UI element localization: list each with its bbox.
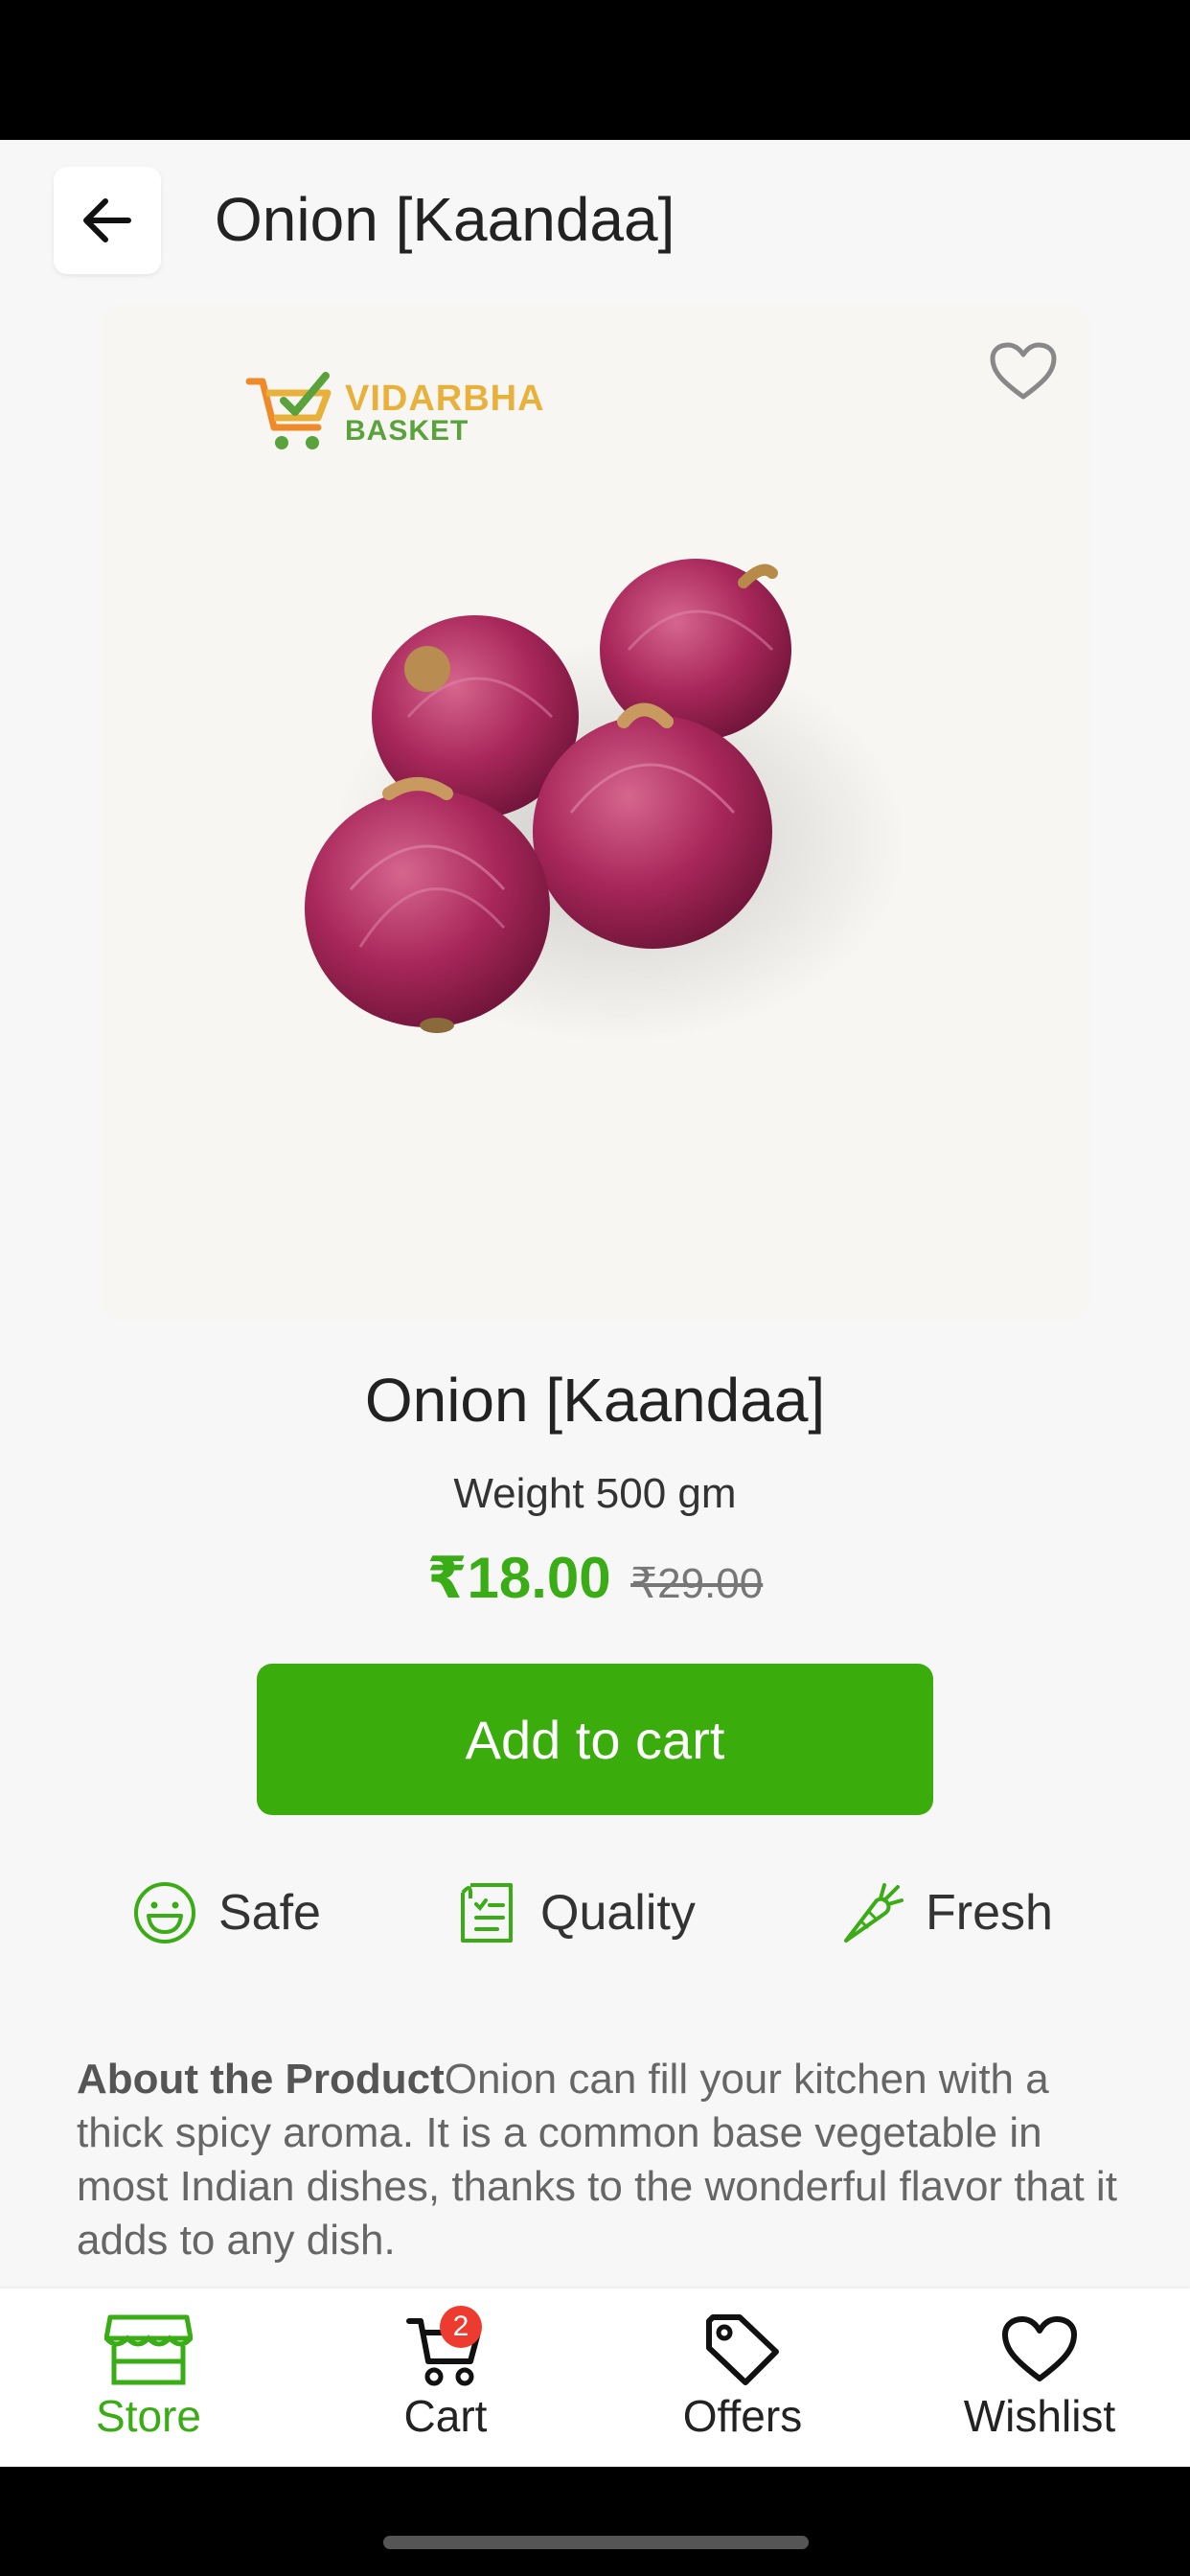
feature-fresh-label: Fresh bbox=[926, 1885, 1053, 1941]
smiley-icon bbox=[134, 1882, 195, 1944]
product-name: Onion [Kaandaa] bbox=[364, 1366, 826, 1435]
product-detail-screen: Onion [Kaandaa] VIDARBHA BASKET Onion [K… bbox=[0, 140, 1190, 2467]
feature-fresh: Fresh bbox=[835, 1865, 1053, 1961]
price-original: ₹29.00 bbox=[630, 1560, 764, 1607]
tag-icon bbox=[706, 2314, 779, 2385]
arrow-left-icon bbox=[83, 198, 131, 242]
feature-quality-label: Quality bbox=[540, 1885, 696, 1941]
cart-count-badge: 2 bbox=[440, 2306, 482, 2348]
logo-text-bottom: BASKET bbox=[345, 415, 469, 447]
feature-quality: Quality bbox=[450, 1865, 696, 1961]
bottom-navigation: Store 2 Cart Offers Wishlist bbox=[0, 2288, 1190, 2467]
home-indicator[interactable] bbox=[383, 2536, 809, 2549]
brand-logo: VIDARBHA BASKET bbox=[245, 372, 545, 454]
heart-icon bbox=[1002, 2316, 1077, 2381]
nav-store-label: Store bbox=[96, 2391, 201, 2441]
feature-safe: Safe bbox=[128, 1865, 321, 1961]
store-icon bbox=[104, 2314, 193, 2385]
nav-cart[interactable]: 2 Cart bbox=[297, 2288, 594, 2467]
carrot-icon bbox=[844, 1883, 904, 1943]
nav-offers-label: Offers bbox=[682, 2391, 803, 2441]
nav-wishlist[interactable]: Wishlist bbox=[891, 2288, 1188, 2467]
checklist-icon bbox=[461, 1883, 513, 1943]
onion-product-image bbox=[305, 559, 906, 1043]
product-weight: Weight 500 gm bbox=[453, 1470, 737, 1517]
home-bar bbox=[0, 2467, 1190, 2576]
about-heading: About the Product bbox=[77, 2056, 445, 2103]
price-current: ₹18.00 bbox=[426, 1546, 611, 1610]
add-to-cart-button[interactable]: Add to cart bbox=[257, 1664, 933, 1815]
price-row: ₹18.00 ₹29.00 bbox=[0, 1545, 1190, 1612]
nav-cart-label: Cart bbox=[403, 2391, 488, 2441]
feature-row: Safe Quality Fresh bbox=[0, 1865, 1190, 1961]
nav-wishlist-label: Wishlist bbox=[963, 2391, 1116, 2441]
cart-logo-icon bbox=[245, 372, 332, 449]
nav-store[interactable]: Store bbox=[0, 2288, 297, 2467]
wishlist-toggle-button[interactable] bbox=[985, 334, 1062, 410]
about-product: About the ProductOnion can fill your kit… bbox=[77, 2053, 1131, 2267]
header: Onion [Kaandaa] bbox=[0, 140, 1190, 303]
product-image-card: VIDARBHA BASKET bbox=[102, 305, 1090, 1321]
status-bar bbox=[0, 0, 1190, 140]
feature-safe-label: Safe bbox=[218, 1885, 321, 1941]
logo-text-top: VIDARBHA bbox=[345, 379, 545, 419]
heart-outline-icon bbox=[990, 342, 1057, 400]
back-button[interactable] bbox=[54, 167, 161, 274]
nav-offers[interactable]: Offers bbox=[594, 2288, 891, 2467]
page-title: Onion [Kaandaa] bbox=[215, 185, 675, 254]
